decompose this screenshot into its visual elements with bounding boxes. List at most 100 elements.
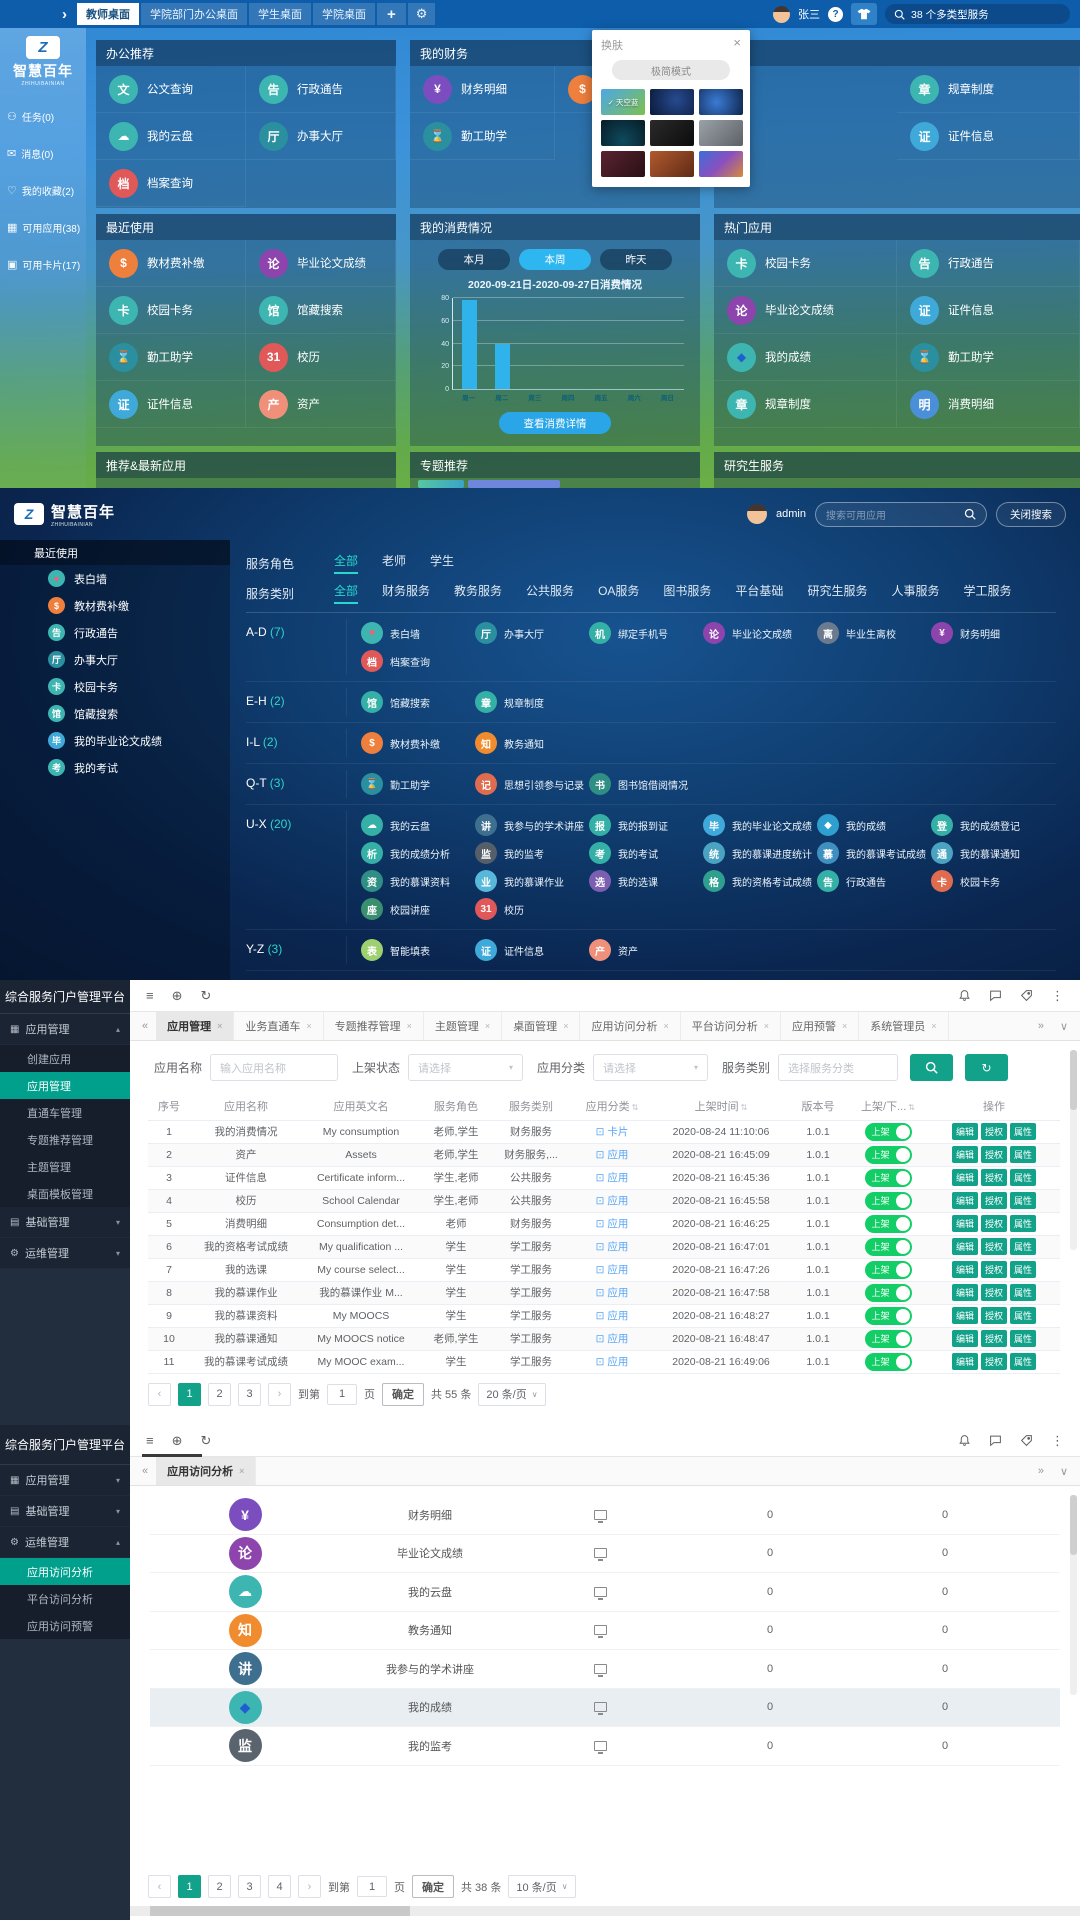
consume-tab[interactable]: 本周 [519,249,591,270]
skin-thumbnail[interactable] [699,89,743,115]
app-tile[interactable]: 告行政通告 [246,66,396,113]
app-type-link[interactable]: ⊡ 应用 [596,1172,629,1184]
submenu-item[interactable]: 桌面模板管理 [0,1180,130,1207]
close-tab-icon[interactable]: × [239,1466,244,1476]
console-tab[interactable]: 应用预警× [781,1012,859,1040]
publish-toggle[interactable]: 上架 [865,1192,912,1210]
service-item[interactable]: 厅办事大厅 [475,619,589,647]
service-item[interactable]: ☁我的云盘 [361,811,475,839]
service-item[interactable]: 档档案查询 [361,647,475,675]
app-tile[interactable]: 论毕业论文成绩 [246,240,396,287]
action-button[interactable]: 授权 [981,1123,1007,1140]
app-tile[interactable]: ⌛勤工助学 [410,113,555,160]
simple-mode-button[interactable]: 极简模式 [612,60,730,80]
service-item[interactable]: 通我的慕课通知 [931,839,1045,867]
category-option[interactable]: 教务服务 [454,582,502,604]
chat-icon[interactable] [989,1434,1002,1447]
next-page-button[interactable]: › [268,1383,291,1406]
desktop-tab[interactable]: 教师桌面 [77,3,139,25]
action-button[interactable]: 编辑 [952,1353,978,1370]
role-option[interactable]: 学生 [430,552,454,574]
action-button[interactable]: 属性 [1010,1284,1036,1301]
publish-toggle[interactable]: 上架 [865,1215,912,1233]
submenu-item[interactable]: 应用访问分析 [0,1558,130,1585]
app-name-input[interactable]: 输入应用名称 [210,1054,338,1081]
console-tab[interactable]: 桌面管理× [502,1012,580,1040]
skin-thumbnail[interactable] [650,89,694,115]
service-item[interactable]: 选我的选课 [589,867,703,895]
app-tile[interactable]: 卡校园卡务 [714,240,897,287]
app-tile[interactable]: 档档案查询 [96,160,246,207]
app-type-link[interactable]: ⊡ 应用 [596,1241,629,1253]
action-button[interactable]: 编辑 [952,1192,978,1209]
app-type-link[interactable]: ⊡ 应用 [596,1195,629,1207]
sort-icon[interactable]: ⇅ [908,1103,915,1112]
app-tile[interactable]: 证证件信息 [897,113,1080,160]
service-item[interactable]: 资我的慕课资料 [361,867,475,895]
publish-toggle[interactable]: 上架 [865,1307,912,1325]
app-tile[interactable]: 31校历 [246,334,396,381]
action-button[interactable]: 编辑 [952,1215,978,1232]
app-tile[interactable]: 论毕业论文成绩 [714,287,897,334]
app-type-link[interactable]: ⊡ 应用 [596,1333,629,1345]
app-tile[interactable]: 馆馆藏搜索 [246,287,396,334]
next-page-button[interactable]: › [298,1875,321,1898]
recent-service-item[interactable]: 馆馆藏搜索 [0,700,230,727]
category-option[interactable]: 财务服务 [382,582,430,604]
banner-thumbnail[interactable] [468,480,560,488]
console-tab[interactable]: 应用访问分析× [156,1457,256,1485]
analysis-row[interactable]: ¥财务明细00 [150,1496,1060,1535]
collapse-menu-icon[interactable]: ≡ [146,1433,154,1448]
desktop-tab[interactable]: 学院部门办公桌面 [141,3,247,25]
submenu-item[interactable]: 直通车管理 [0,1099,130,1126]
more-icon[interactable]: ⋮ [1051,988,1064,1004]
page-button[interactable]: 1 [178,1875,201,1898]
horizontal-scrollbar[interactable] [130,1906,1080,1916]
action-button[interactable]: 授权 [981,1238,1007,1255]
analysis-row[interactable]: ☁我的云盘00 [150,1573,1060,1612]
app-tile[interactable]: ◆我的成绩 [714,334,897,381]
category-option[interactable]: 全部 [334,582,358,604]
help-icon[interactable]: ? [828,7,843,22]
sidebar-item[interactable]: ▦可用应用(38) [0,209,86,246]
action-button[interactable]: 编辑 [952,1123,978,1140]
role-option[interactable]: 全部 [334,552,358,574]
action-button[interactable]: 属性 [1010,1146,1036,1163]
menu-item[interactable]: ▤基础管理▾ [0,1207,130,1238]
admin-avatar[interactable] [747,504,767,524]
console-tab[interactable]: 主题管理× [424,1012,502,1040]
category-option[interactable]: OA服务 [598,582,639,604]
category-option[interactable]: 人事服务 [891,582,939,604]
service-item[interactable]: 毕我的毕业论文成绩 [703,811,817,839]
submenu-item[interactable]: 应用管理 [0,1072,130,1099]
service-item[interactable]: 座校园讲座 [361,895,475,923]
app-type-link[interactable]: ⊡ 卡片 [596,1126,629,1138]
skin-thumbnail[interactable] [601,120,645,146]
publish-toggle[interactable]: 上架 [865,1123,912,1141]
confirm-button[interactable]: 确定 [412,1875,454,1898]
service-item[interactable]: $教材费补缴 [361,729,475,757]
app-tile[interactable]: ⌛勤工助学 [96,334,246,381]
service-item[interactable]: ♥表白墙 [361,619,475,647]
submenu-item[interactable]: 主题管理 [0,1153,130,1180]
globe-icon[interactable]: ⊕ [172,988,183,1004]
publish-toggle[interactable]: 上架 [865,1353,912,1371]
action-button[interactable]: 编辑 [952,1330,978,1347]
console-tab[interactable]: 系统管理员× [859,1012,948,1040]
publish-toggle[interactable]: 上架 [865,1261,912,1279]
close-tab-icon[interactable]: × [563,1021,568,1031]
category-option[interactable]: 学工服务 [963,582,1011,604]
skin-thumbnail[interactable] [699,120,743,146]
page-button[interactable]: 2 [208,1383,231,1406]
service-item[interactable]: 知教务通知 [475,729,589,757]
caret-down-icon[interactable]: ∨ [1052,1465,1076,1478]
console-tab[interactable]: 业务直通车× [234,1012,323,1040]
recent-service-item[interactable]: 厅办事大厅 [0,646,230,673]
service-search[interactable]: 38 个多类型服务 [885,4,1070,24]
collapse-menu-icon[interactable]: ≡ [146,988,154,1003]
skin-thumbnail[interactable]: ✓ 天空蓝 [601,89,645,115]
close-tab-icon[interactable]: × [407,1021,412,1031]
action-button[interactable]: 属性 [1010,1261,1036,1278]
app-tile[interactable]: ¥财务明细 [410,66,555,113]
category-option[interactable]: 公共服务 [526,582,574,604]
